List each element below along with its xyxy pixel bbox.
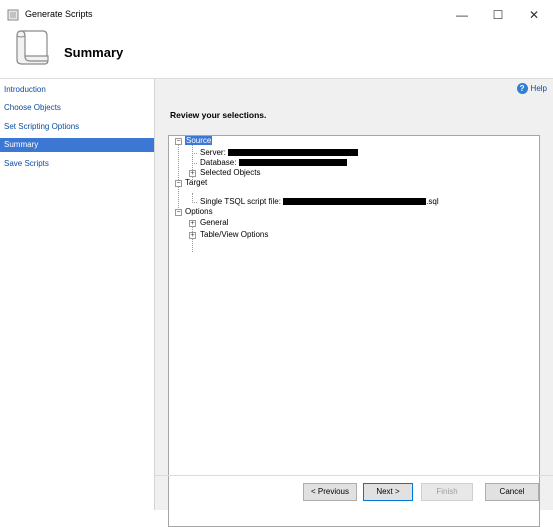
tree-node-server[interactable]: Server: — [200, 148, 359, 158]
tree-node-options[interactable]: Options — [185, 207, 213, 217]
help-label: Help — [530, 84, 547, 93]
page-title: Summary — [64, 45, 124, 60]
tree-node-table-view-options[interactable]: Table/View Options — [200, 230, 268, 240]
redacted-server-value — [228, 149, 359, 157]
collapse-options-icon[interactable]: − — [175, 209, 182, 216]
window-title: Generate Scripts — [25, 9, 93, 19]
tree-node-general[interactable]: General — [200, 218, 228, 228]
sidebar-item-choose-objects[interactable]: Choose Objects — [0, 101, 154, 115]
close-button[interactable]: ✕ — [516, 4, 552, 26]
finish-button[interactable]: Finish — [421, 483, 473, 501]
tree-node-database[interactable]: Database: — [200, 158, 347, 168]
collapse-source-icon[interactable]: − — [175, 138, 182, 145]
main-content: ? Help Review your selections. − Source … — [155, 79, 553, 527]
expand-table-view-options-icon[interactable]: + — [189, 232, 196, 239]
redacted-database-value — [238, 159, 347, 167]
tree-node-selected-objects[interactable]: Selected Objects — [200, 168, 260, 178]
redacted-file-path — [283, 198, 427, 206]
previous-button[interactable]: < Previous — [303, 483, 357, 501]
review-heading: Review your selections. — [170, 110, 267, 120]
maximize-button[interactable]: ☐ — [480, 4, 516, 26]
tree-connector — [192, 153, 197, 154]
expand-general-icon[interactable]: + — [189, 220, 196, 227]
tree-connector — [178, 145, 179, 212]
sidebar-item-set-scripting-options[interactable]: Set Scripting Options — [0, 120, 154, 134]
wizard-sidebar: Introduction Choose Objects Set Scriptin… — [0, 79, 155, 510]
tree-node-source[interactable]: Source — [185, 136, 213, 146]
next-button[interactable]: Next > — [363, 483, 413, 501]
title-bar: Generate Scripts — ☐ ✕ — [0, 0, 553, 30]
tree-node-script-file[interactable]: Single TSQL script file: .sql — [200, 197, 439, 207]
minimize-button[interactable]: — — [444, 4, 480, 26]
wizard-scroll-icon — [16, 30, 49, 65]
help-link[interactable]: ? Help — [516, 83, 547, 94]
footer-divider — [155, 475, 553, 476]
scroll-icon — [7, 9, 19, 21]
tree-node-target[interactable]: Target — [185, 178, 207, 188]
tree-connector — [192, 202, 197, 203]
summary-tree[interactable]: − Source Server: Database: + Selected Ob… — [168, 135, 540, 527]
sidebar-item-save-scripts[interactable]: Save Scripts — [0, 157, 154, 171]
cancel-button[interactable]: Cancel — [485, 483, 539, 501]
help-icon: ? — [516, 83, 528, 94]
collapse-target-icon[interactable]: − — [175, 180, 182, 187]
tree-connector — [192, 163, 197, 164]
sidebar-item-introduction[interactable]: Introduction — [0, 83, 154, 97]
expand-selected-objects-icon[interactable]: + — [189, 170, 196, 177]
sidebar-item-summary[interactable]: Summary — [0, 138, 154, 152]
